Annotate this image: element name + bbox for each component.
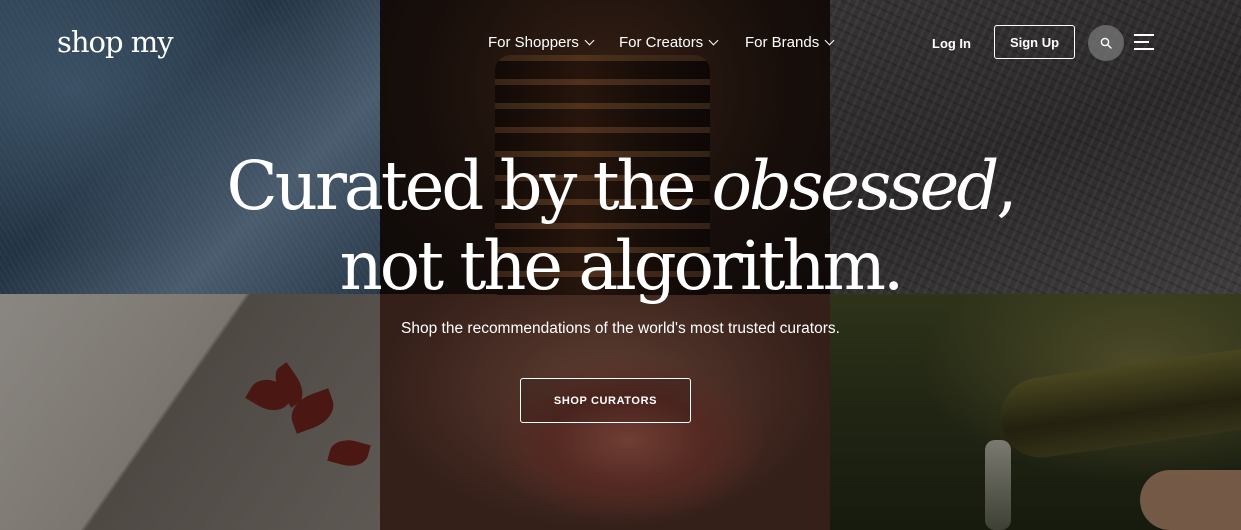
signup-button-label: Sign Up <box>1009 34 1060 50</box>
chevron-down-icon <box>584 35 595 46</box>
nav-for-brands-label: For Brands <box>745 34 820 51</box>
shop-curators-label: SHOP CURATORS <box>553 394 658 407</box>
shop-curators-button[interactable]: SHOP CURATORS <box>520 378 691 423</box>
hamburger-menu-icon[interactable] <box>1134 34 1154 50</box>
nav-for-creators-label: For Creators <box>619 34 704 51</box>
signup-button[interactable]: Sign Up <box>994 25 1075 59</box>
login-link[interactable]: Log In <box>932 36 971 51</box>
headline-text: Curated by the <box>226 147 712 225</box>
nav-for-shoppers-label: For Shoppers <box>488 34 579 51</box>
logo[interactable]: shop my <box>57 25 174 59</box>
hero-headline-line2: not the algorithm. <box>339 227 905 305</box>
nav-for-creators[interactable]: For Creators <box>619 34 719 51</box>
nav-for-shoppers[interactable]: For Shoppers <box>488 34 595 51</box>
search-icon <box>1100 37 1112 49</box>
hero-headline-line1: Curated by the obsessed, <box>0 150 1241 222</box>
hero-subtitle: Shop the recommendations of the world's … <box>401 320 840 337</box>
headline-emphasis: obsessed <box>711 147 1000 225</box>
nav-for-brands[interactable]: For Brands <box>745 34 835 51</box>
chevron-down-icon <box>824 35 835 46</box>
chevron-down-icon <box>708 35 719 46</box>
search-button[interactable] <box>1088 25 1124 61</box>
headline-comma: , <box>996 147 1017 225</box>
